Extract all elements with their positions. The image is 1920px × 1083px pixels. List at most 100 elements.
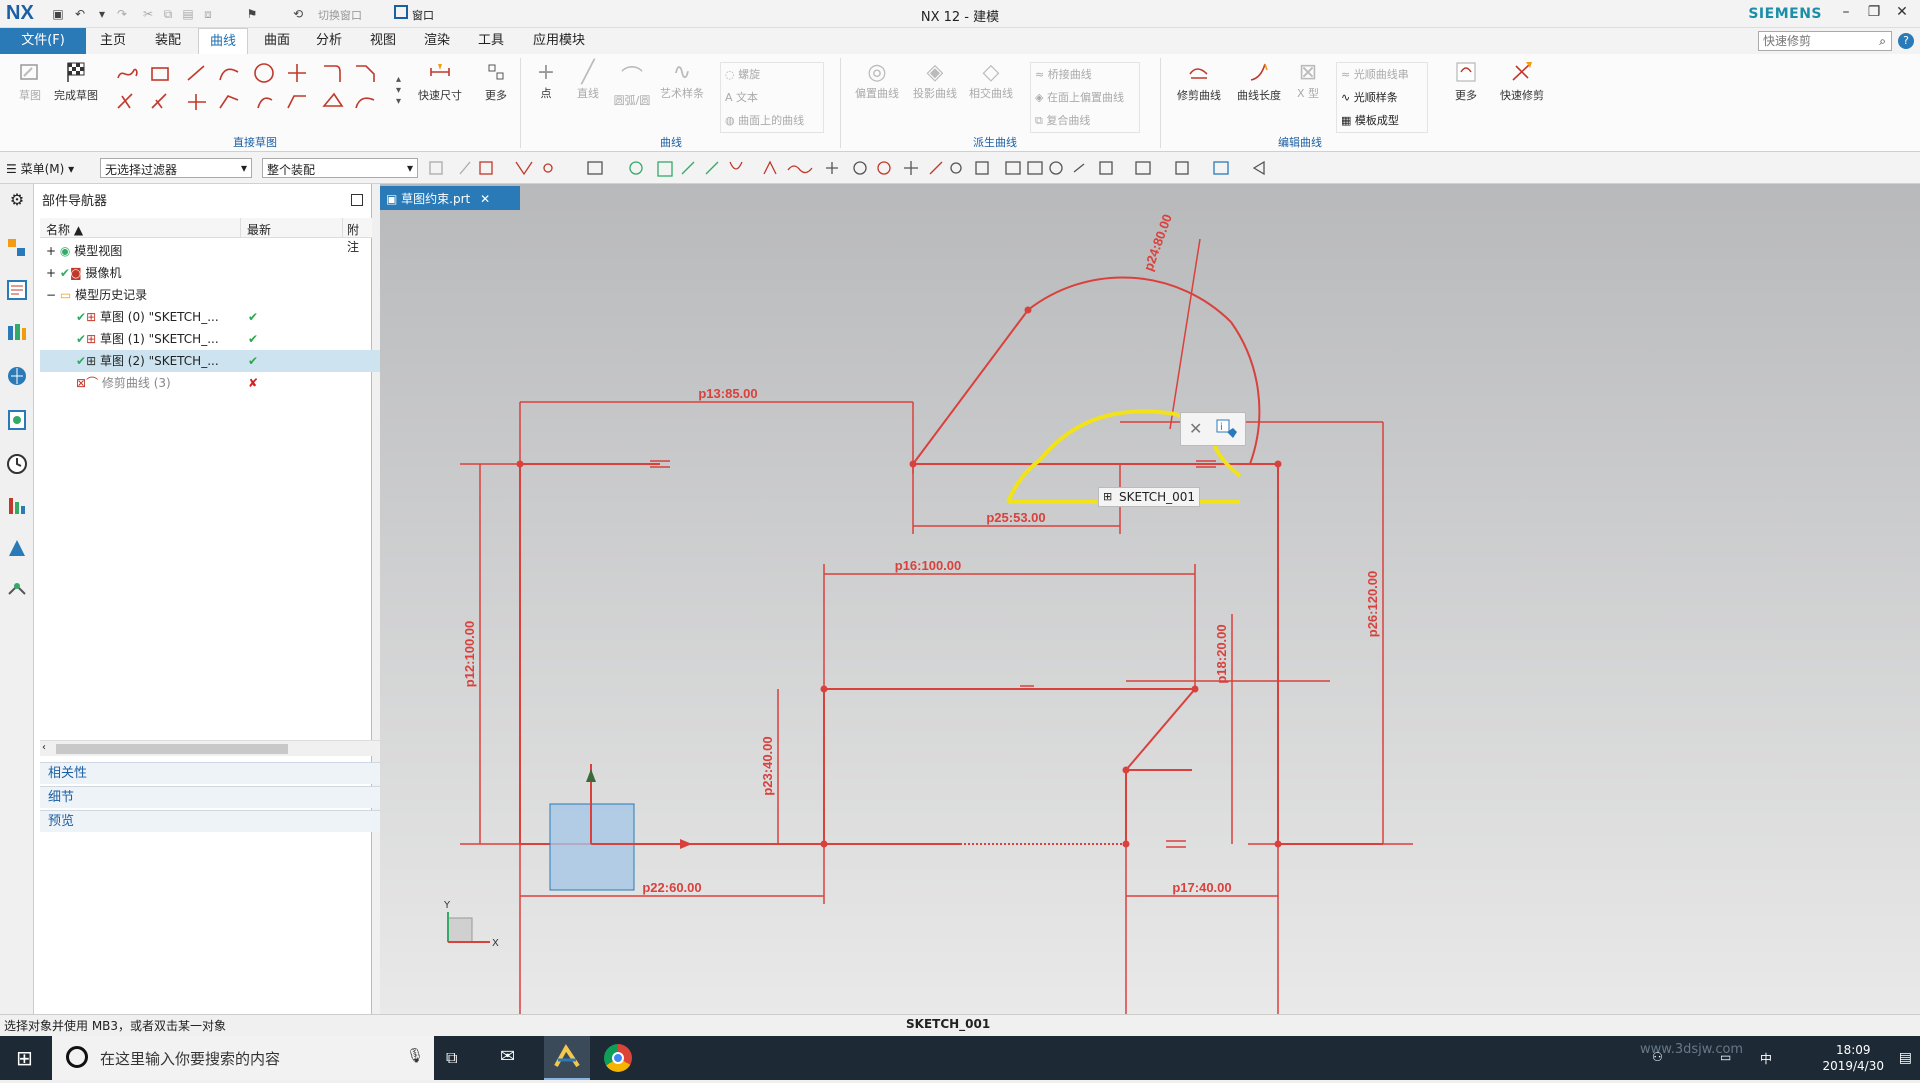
tab-application[interactable]: 应用模块 — [524, 28, 594, 54]
roles-icon[interactable] — [5, 494, 29, 518]
curve-gallery[interactable]: ◌ 螺旋 A 文本 ◍ 曲面上的曲线 — [720, 62, 824, 133]
close-button[interactable]: ✕ — [1888, 4, 1916, 24]
network-icon[interactable]: ▭ — [1720, 1050, 1731, 1064]
composite-curve-item[interactable]: ⧉ 复合曲线 — [1035, 109, 1139, 132]
file-menu-tab[interactable]: 文件(F) — [0, 28, 86, 54]
scroll-thumb[interactable] — [56, 744, 288, 754]
tree-row-cameras[interactable]: + ✔◙ 摄像机 — [40, 262, 404, 284]
tab-tools[interactable]: 工具 — [468, 28, 514, 54]
windows-start-icon[interactable]: ⊞ — [16, 1046, 33, 1070]
bridge-curve-item[interactable]: ≈ 桥接曲线 — [1035, 63, 1139, 86]
curve-length-button[interactable]: 曲线长度 — [1230, 60, 1288, 103]
smooth-string-item[interactable]: ≈ 光顺曲线串 — [1341, 63, 1427, 86]
notification-icon[interactable]: ▤ — [1899, 1050, 1912, 1066]
switch-window-button[interactable]: 切换窗口 — [318, 7, 362, 23]
restore-button[interactable]: ❐ — [1860, 4, 1888, 24]
rapid-dimension-button[interactable]: 快速尺寸 — [408, 60, 472, 103]
artistic-spline-button[interactable]: ∿ 艺术样条 — [656, 60, 708, 101]
selection-filter-dropdown[interactable]: 无选择过滤器 ▾ — [100, 158, 252, 178]
column-latest[interactable]: 最新 — [240, 218, 342, 238]
redo-icon[interactable]: ↷ — [114, 6, 130, 22]
tree-row-model-views[interactable]: + ◉ 模型视图 — [40, 240, 404, 262]
people-icon[interactable]: ⚇ — [1652, 1050, 1663, 1064]
projected-curve-button[interactable]: ◈ 投影曲线 — [906, 60, 964, 101]
quick-trim-button[interactable]: 快速修剪 — [1490, 60, 1554, 103]
task-view-icon[interactable]: ⧉ — [446, 1048, 457, 1068]
arc-circle-button[interactable]: ⌒ 圆弧/圆 — [610, 60, 654, 108]
assembly-navigator-icon[interactable] — [5, 236, 29, 260]
details-panel[interactable]: 细节⌄ — [40, 786, 404, 808]
process-studio-icon[interactable] — [5, 578, 29, 602]
finish-sketch-button[interactable]: 完成草图 — [50, 60, 102, 103]
tree-row-sketch-0[interactable]: ✔⊞ 草图 (0) "SKETCH_... ✔ — [40, 306, 404, 328]
offset-on-face-item[interactable]: ◈ 在面上偏置曲线 — [1035, 86, 1139, 109]
offset-curve-button[interactable]: ◎ 偏置曲线 — [848, 60, 906, 101]
cut-icon[interactable]: ✂ — [140, 6, 156, 22]
trim-curve-button[interactable]: 修剪曲线 — [1168, 60, 1230, 103]
smooth-spline-item[interactable]: ∿ 光顺样条 — [1341, 86, 1427, 109]
nx-taskbar-app[interactable] — [544, 1036, 590, 1080]
tab-view[interactable]: 视图 — [360, 28, 406, 54]
snap-point-toolbar[interactable] — [424, 158, 1324, 180]
tree-row-trim-curve[interactable]: ⊠⌒ 修剪曲线 (3) ✘ — [40, 372, 404, 394]
web-browser-icon[interactable] — [5, 364, 29, 388]
window-menu-button[interactable]: 窗口 — [412, 7, 434, 23]
tab-curve[interactable]: 曲线 — [198, 28, 248, 54]
help-icon[interactable]: ? — [1898, 33, 1914, 49]
clock-icon[interactable] — [5, 452, 29, 476]
information-icon[interactable]: i — [1215, 418, 1239, 442]
delete-icon[interactable]: ⧈ — [200, 6, 216, 22]
repeat-command-icon[interactable]: ⟲ — [290, 6, 306, 22]
graphics-window[interactable]: p13:85.00 p25:53.00 p24:80.00 p16:100.00… — [380, 184, 1920, 1014]
derived-gallery[interactable]: ≈ 桥接曲线 ◈ 在面上偏置曲线 ⧉ 复合曲线 — [1030, 62, 1140, 133]
taskbar-clock[interactable]: 18:09 2019/4/30 — [1822, 1042, 1884, 1074]
copy-icon[interactable]: ⧉ — [160, 6, 176, 22]
save-icon[interactable]: ▣ — [50, 6, 66, 22]
maximize-navigator-icon[interactable] — [351, 194, 363, 206]
command-search-input[interactable] — [1758, 31, 1892, 51]
preview-panel[interactable]: 预览⌄ — [40, 810, 404, 832]
palette-scroll-icon[interactable]: ▴ ▾ ▾ — [396, 74, 401, 107]
point-button[interactable]: + 点 — [528, 60, 564, 101]
tab-surface[interactable]: 曲面 — [254, 28, 300, 54]
menu-button[interactable]: ☰ 菜单(M) ▾ — [6, 160, 74, 177]
tab-render[interactable]: 渲染 — [414, 28, 460, 54]
history-icon[interactable] — [5, 408, 29, 432]
sketch-more-button[interactable]: 更多 — [476, 60, 516, 103]
sketch-button[interactable]: 草图 — [10, 60, 50, 103]
tab-analysis[interactable]: 分析 — [306, 28, 352, 54]
part-navigator-icon[interactable] — [5, 278, 29, 302]
paste-icon[interactable]: ▤ — [180, 6, 196, 22]
tab-home[interactable]: 主页 — [90, 28, 136, 54]
column-name[interactable]: 名称 ▲ — [40, 218, 240, 238]
system-materials-icon[interactable] — [5, 536, 29, 560]
template-shape-item[interactable]: ▦ 模板成型 — [1341, 109, 1427, 132]
tab-assembly[interactable]: 装配 — [144, 28, 192, 54]
document-tab[interactable]: ▣ 草图约束.prt ✕ — [380, 186, 520, 210]
tab-close-icon[interactable]: ✕ — [480, 192, 490, 206]
tree-row-model-history[interactable]: − ▭ 模型历史记录 — [40, 284, 404, 306]
command-finder-icon[interactable]: ⚑ — [244, 6, 260, 22]
search-icon[interactable]: ⌕ — [1879, 34, 1886, 49]
settings-gear-icon[interactable]: ⚙ — [5, 190, 29, 214]
scroll-left-icon[interactable]: ‹ — [42, 742, 46, 753]
tree-row-sketch-2[interactable]: ✔⊞ 草图 (2) "SKETCH_... ✔ — [40, 350, 404, 372]
undo-icon[interactable]: ↶ — [72, 6, 88, 22]
mail-icon[interactable]: ✉ — [500, 1046, 515, 1067]
text-item[interactable]: A 文本 — [725, 86, 823, 109]
column-note[interactable]: 附注 — [342, 218, 372, 254]
navigator-hscrollbar[interactable]: ‹ › — [40, 740, 404, 756]
undo-dropdown-icon[interactable]: ▾ — [94, 6, 110, 22]
helix-item[interactable]: ◌ 螺旋 — [725, 63, 823, 86]
intersection-curve-button[interactable]: ◇ 相交曲线 — [962, 60, 1020, 101]
ime-icon[interactable]: 中 — [1760, 1050, 1772, 1067]
edit-gallery[interactable]: ≈ 光顺曲线串 ∿ 光顺样条 ▦ 模板成型 — [1336, 62, 1428, 133]
edit-more-button[interactable]: 更多 — [1448, 60, 1484, 103]
line-button[interactable]: ╱ 直线 — [570, 60, 606, 101]
dependencies-panel[interactable]: 相关性⌄ — [40, 762, 404, 784]
minimize-button[interactable]: – — [1832, 4, 1860, 24]
scope-dropdown[interactable]: 整个装配 ▾ — [262, 158, 418, 178]
chrome-icon[interactable] — [604, 1044, 632, 1072]
taskbar-search-box[interactable]: 在这里输入你要搜索的内容 🎙 — [52, 1036, 434, 1080]
x-type-button[interactable]: ⊠ X 型 — [1290, 60, 1326, 101]
